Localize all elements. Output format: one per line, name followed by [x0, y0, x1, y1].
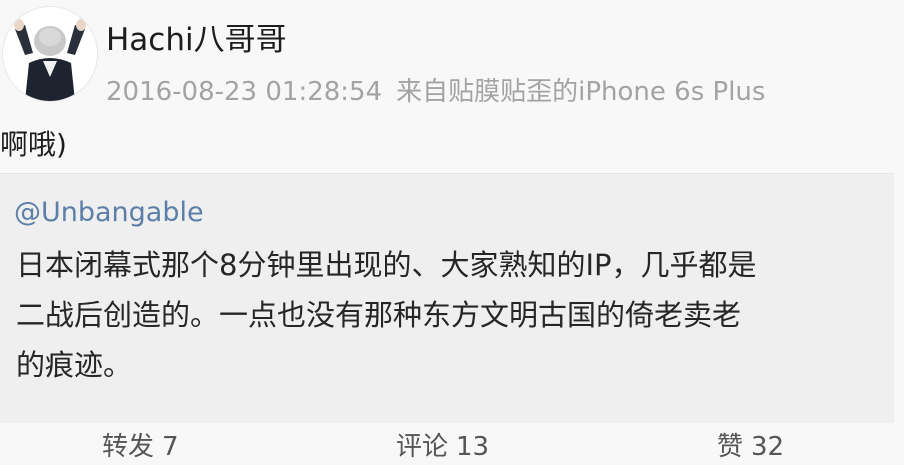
- username[interactable]: Hachi八哥哥: [106, 20, 287, 60]
- weibo-post: Hachi八哥哥 2016-08-23 01:28:54 来自贴膜贴歪的iPhon…: [0, 0, 904, 465]
- action-bar: 转发 7 评论 13 赞 32: [0, 423, 904, 465]
- comment-label: 评论: [396, 432, 449, 462]
- timestamp[interactable]: 2016-08-23 01:28:54: [106, 77, 382, 107]
- comment-button[interactable]: 评论 13: [396, 429, 489, 465]
- like-button[interactable]: 赞 32: [717, 429, 784, 465]
- repost-button[interactable]: 转发 7: [102, 429, 179, 465]
- like-count: 32: [751, 432, 785, 462]
- comment-count: 13: [456, 432, 490, 462]
- retweet-line: 的痕迹。: [16, 348, 133, 382]
- retweet-line: 日本闭幕式那个8分钟里出现的、大家熟知的IP，几乎都是: [16, 248, 757, 282]
- user-avatar[interactable]: [2, 6, 98, 102]
- retweet-card[interactable]: @Unbangable 日本闭幕式那个8分钟里出现的、大家熟知的IP，几乎都是 …: [0, 173, 894, 424]
- post-meta: 2016-08-23 01:28:54 来自贴膜贴歪的iPhone 6s Plus: [106, 74, 765, 110]
- retweet-text: 日本闭幕式那个8分钟里出现的、大家熟知的IP，几乎都是 二战后创造的。一点也没有…: [16, 240, 876, 390]
- avatar-image: [3, 7, 97, 101]
- repost-label: 转发: [102, 432, 155, 462]
- repost-count: 7: [162, 432, 179, 462]
- post-source: 来自贴膜贴歪的iPhone 6s Plus: [396, 77, 766, 107]
- retweet-line: 二战后创造的。一点也没有那种东方文明古国的倚老卖老: [16, 298, 742, 332]
- like-label: 赞: [717, 432, 744, 462]
- post-text: 啊哦): [0, 128, 67, 161]
- mention-link[interactable]: @Unbangable: [14, 195, 204, 231]
